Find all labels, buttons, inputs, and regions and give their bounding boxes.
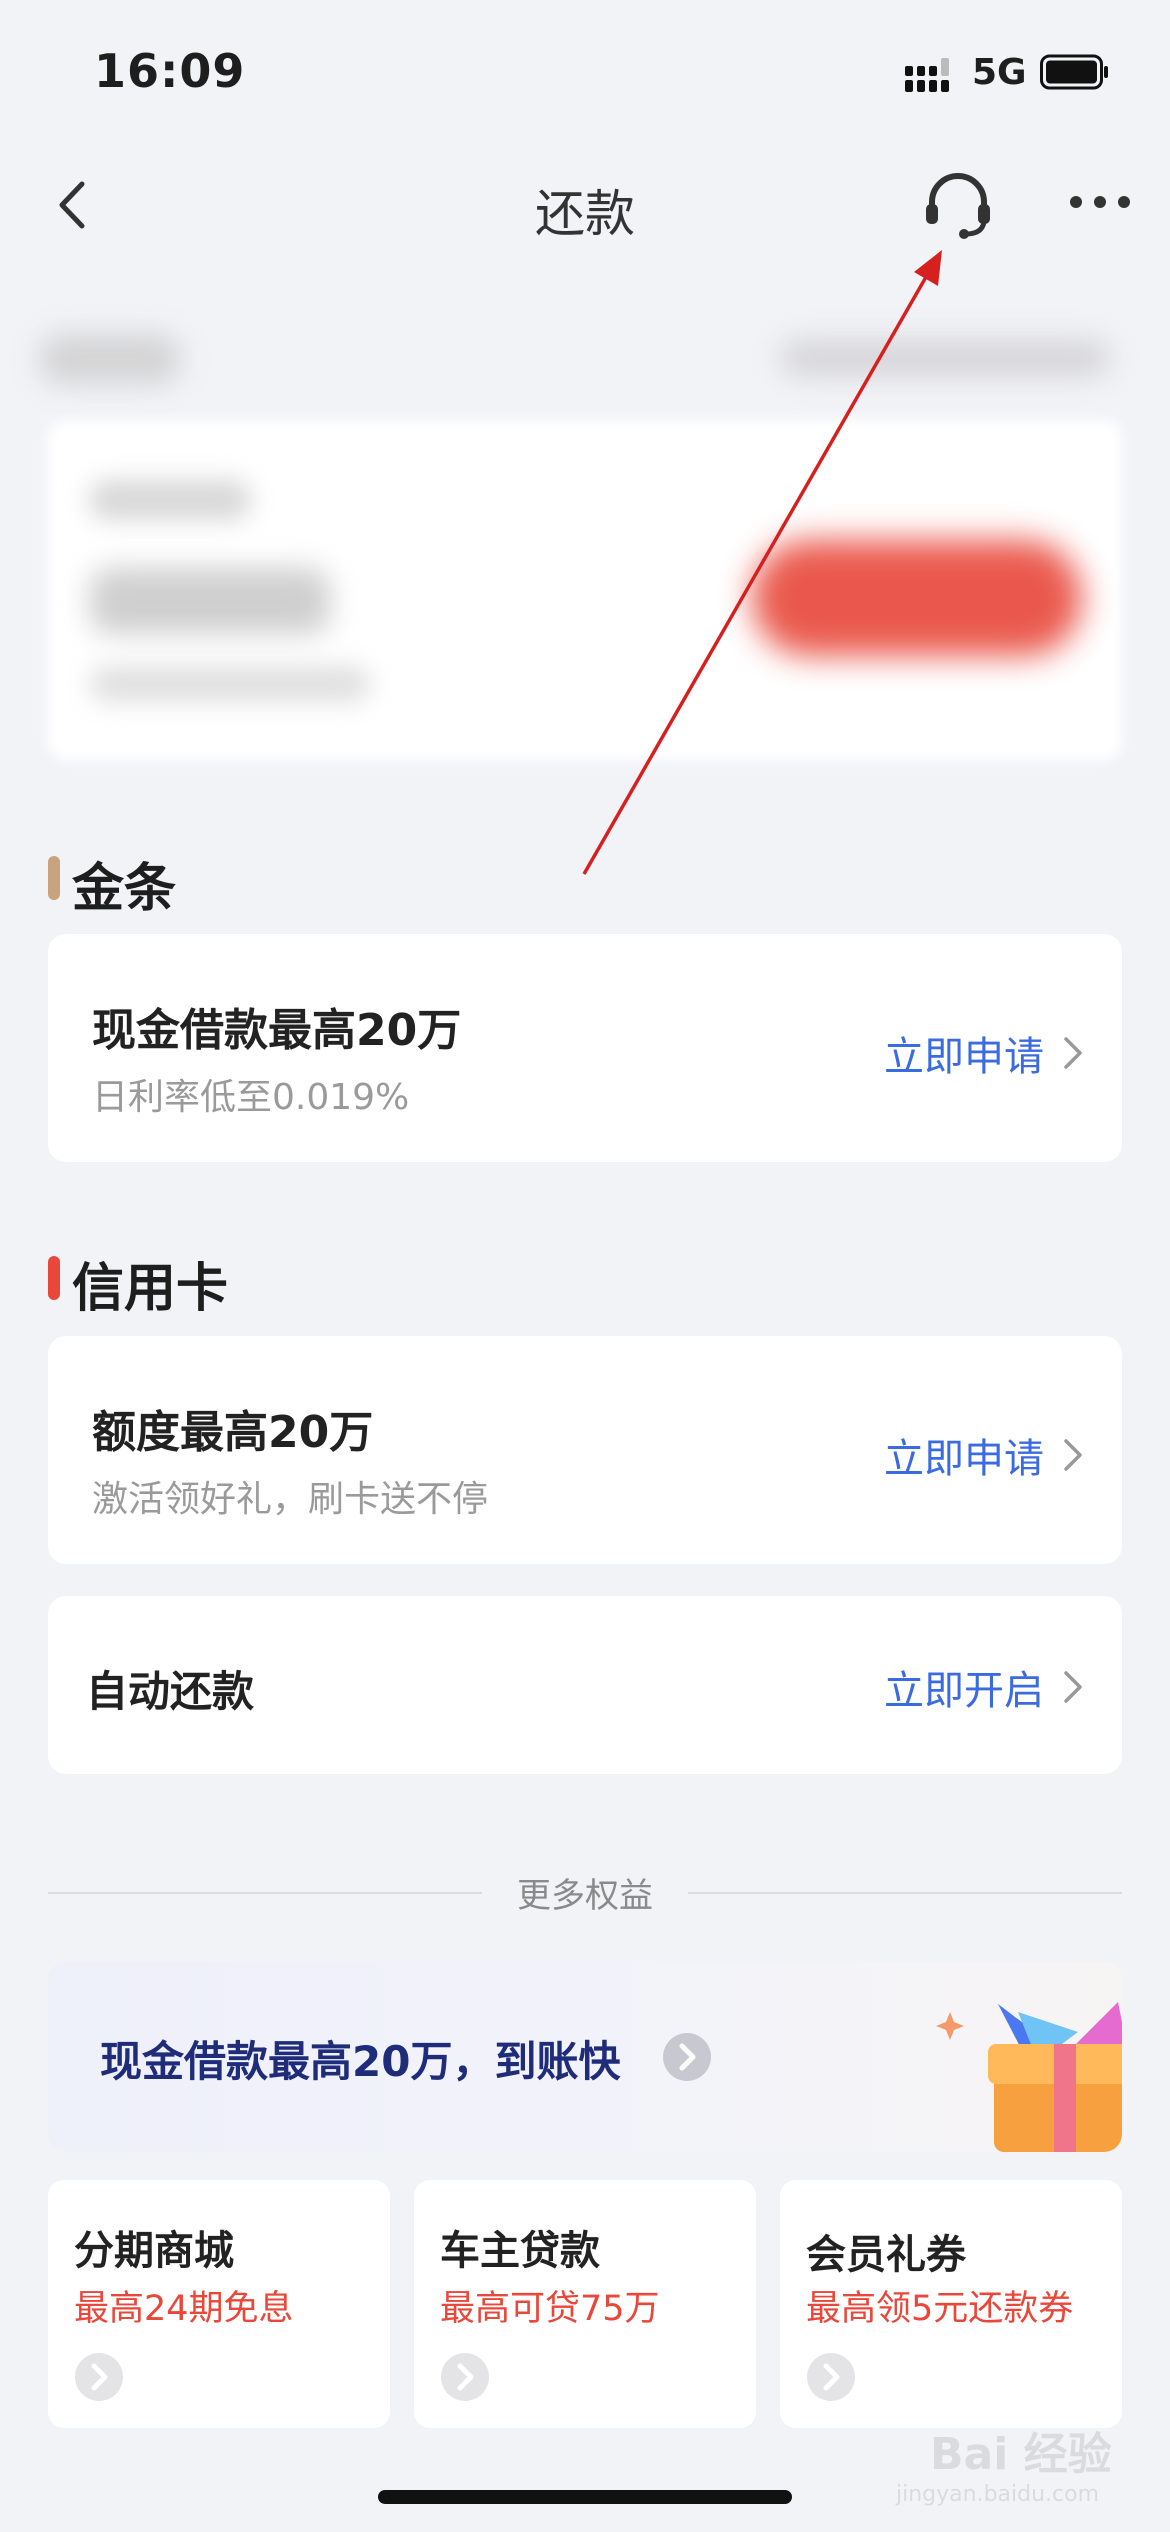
signal-icon (905, 58, 949, 92)
jintiao-loan-card[interactable]: 现金借款最高20万 日利率低至0.019% 立即申请 (48, 934, 1122, 1162)
card-title: 自动还款 (86, 1667, 255, 1716)
arrow-circle-icon (75, 2353, 123, 2401)
chevron-right-icon (1064, 1439, 1082, 1471)
card-title: 额度最高20万 (92, 1407, 374, 1458)
section-accent-bar (48, 1256, 60, 1300)
section-title: 信用卡 (72, 1259, 229, 1319)
tile-installment-mall[interactable]: 分期商城 最高24期免息 (48, 2180, 390, 2428)
divider-label: 更多权益 (517, 1876, 653, 1916)
blurred-link (780, 340, 1110, 376)
action-label: 立即申请 (884, 1436, 1044, 1482)
status-bar: 16:09 5G (0, 0, 1170, 140)
network-type: 5G (972, 52, 1027, 93)
auto-repay-card[interactable]: 自动还款 立即开启 (48, 1596, 1122, 1774)
home-indicator (378, 2490, 792, 2504)
baidu-watermark: Bai 经验 jingyan.baidu.com (890, 2410, 1140, 2520)
cash-loan-banner[interactable]: 现金借款最高20万，到账快 (48, 1962, 1122, 2152)
enable-now-link[interactable]: 立即开启 (884, 1658, 1086, 1716)
arrow-circle-icon (807, 2353, 855, 2401)
blurred-bill-section (0, 300, 1170, 770)
apply-now-link[interactable]: 立即申请 (884, 1024, 1086, 1082)
apply-now-link[interactable]: 立即申请 (884, 1426, 1086, 1484)
customer-service-icon[interactable] (918, 164, 998, 244)
watermark-url: jingyan.baidu.com (896, 2482, 1100, 2507)
blurred-repay-button[interactable] (752, 540, 1082, 656)
blurred-amount (90, 568, 330, 634)
tile-subtitle: 最高24期免息 (74, 2289, 294, 2329)
tile-car-owner-loan[interactable]: 车主贷款 最高可贷75万 (414, 2180, 756, 2428)
banner-text: 现金借款最高20万，到账快 (100, 2037, 621, 2086)
watermark-text: Bai 经验 (930, 2429, 1112, 2480)
blurred-text (90, 480, 250, 520)
action-label: 立即开启 (884, 1668, 1044, 1714)
blurred-text (90, 666, 370, 702)
arrow-circle-icon (663, 2033, 711, 2081)
chevron-right-icon (1064, 1037, 1082, 1069)
card-subtitle: 日利率低至0.019% (92, 1077, 410, 1118)
battery-icon (1040, 54, 1108, 90)
section-title: 金条 (72, 859, 177, 919)
gift-box-icon (936, 2002, 1122, 2152)
action-label: 立即申请 (884, 1034, 1044, 1080)
card-subtitle: 激活领好礼，刷卡送不停 (92, 1479, 489, 1520)
tile-member-coupon[interactable]: 会员礼券 最高领5元还款券 (780, 2180, 1122, 2428)
tile-title: 车主贷款 (440, 2228, 600, 2274)
tile-title: 分期商城 (74, 2228, 234, 2274)
nav-bar: 还款 (0, 150, 1170, 260)
blurred-label (40, 334, 180, 384)
credit-card-card[interactable]: 额度最高20万 激活领好礼，刷卡送不停 立即申请 (48, 1336, 1122, 1564)
section-accent-bar (48, 856, 60, 900)
tile-subtitle: 最高领5元还款券 (806, 2289, 1074, 2329)
card-title: 现金借款最高20万 (92, 1005, 462, 1056)
more-benefits-divider: 更多权益 (48, 1868, 1122, 1918)
more-options-icon[interactable] (1068, 182, 1138, 222)
tile-title: 会员礼券 (806, 2232, 966, 2278)
chevron-right-icon (1064, 1671, 1082, 1703)
status-time: 16:09 (94, 44, 246, 98)
arrow-circle-icon (441, 2353, 489, 2401)
tile-subtitle: 最高可贷75万 (440, 2289, 660, 2329)
